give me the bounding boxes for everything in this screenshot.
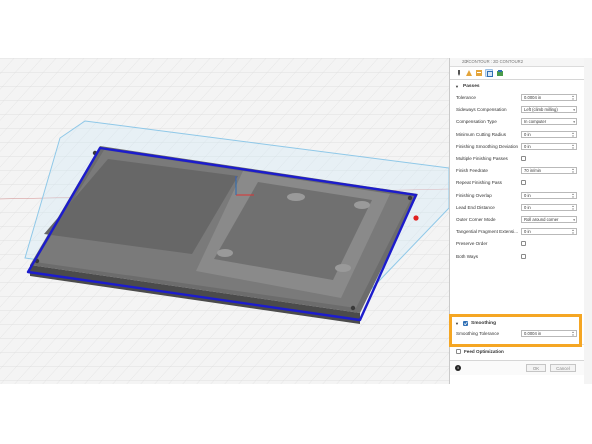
param-dropdown[interactable]: In computer ▾ — [521, 118, 577, 126]
smoothing-section-header[interactable]: ▼ Smoothing — [450, 319, 584, 328]
param-row: Tolerance 0.0004 in ▴ ▾ — [450, 92, 584, 104]
param-value: 0 in — [524, 192, 531, 198]
boss-2 — [354, 201, 370, 209]
param-value: Roll around corner — [524, 217, 559, 222]
spinner-icon[interactable]: ▴ ▾ — [571, 131, 575, 138]
param-row: Finishing Overlap 0 in ▴ ▾ — [450, 190, 584, 202]
param-row: Finish Feedrate 70 in/min ▴ ▾ — [450, 165, 584, 177]
param-input[interactable]: 0 in ▴ ▾ — [521, 203, 577, 211]
param-value: 0 in — [524, 204, 531, 210]
linking-tab-icon[interactable] — [496, 69, 504, 77]
param-label: Outer Corner Mode — [456, 217, 496, 222]
close-icon[interactable]: ✕ — [453, 58, 469, 66]
chevron-down-icon[interactable]: ▾ — [573, 107, 575, 113]
param-row: Repeat Finishing Pass — [450, 177, 584, 189]
smoothing-tolerance-input[interactable]: 0.0004 in ▴ ▾ — [521, 330, 577, 337]
param-label: Both Ways — [456, 253, 479, 259]
param-row: Tangential Fragment Extensi... 0 in ▴ ▾ — [450, 226, 584, 238]
heights-tab-icon[interactable] — [475, 69, 483, 77]
param-row: Preserve Order — [450, 238, 584, 250]
param-input[interactable]: 0 in ▴ ▾ — [521, 228, 577, 236]
spinner-icon[interactable]: ▴ ▾ — [571, 229, 575, 235]
param-value: In computer — [524, 119, 547, 125]
param-row: Multiple Finishing Passes — [450, 153, 584, 165]
dialog-lower: ▼ Smoothing Smoothing Tolerance 0.0004 i… — [449, 312, 584, 384]
dialog-footer: i OK Cancel — [450, 360, 584, 375]
spinner-icon[interactable]: ▴ ▾ — [571, 143, 575, 150]
param-value: 0 in — [524, 143, 531, 149]
boss-3 — [217, 249, 233, 257]
passes-section-header[interactable]: ▼ Passes — [450, 82, 584, 91]
param-row: Compensation Type In computer ▾ — [450, 116, 584, 128]
param-checkbox[interactable] — [521, 241, 526, 247]
param-row: Both Ways — [450, 251, 584, 263]
param-row: Minimum Cutting Radius 0 in ▴ ▾ — [450, 129, 584, 141]
param-checkbox[interactable] — [521, 180, 526, 186]
spinner-icon[interactable]: ▴ ▾ — [571, 331, 575, 337]
start-marker — [413, 215, 419, 221]
param-label: Finishing Smoothing Deviation — [456, 143, 519, 149]
chevron-down-icon[interactable]: ▾ — [573, 119, 575, 125]
dialog-tabs — [450, 67, 584, 80]
passes-tab-icon[interactable] — [485, 69, 493, 77]
param-input[interactable]: 70 in/min ▴ ▾ — [521, 167, 577, 175]
info-icon[interactable]: i — [455, 365, 461, 371]
param-label: Compensation Type — [456, 119, 497, 125]
chevron-down-icon[interactable]: ▾ — [573, 217, 575, 223]
param-dropdown[interactable]: Roll around corner ▾ — [521, 216, 577, 223]
boss-1 — [287, 193, 305, 201]
param-label: Lead End Distance — [456, 204, 495, 210]
param-row: Finishing Smoothing Deviation 0 in ▴ ▾ — [450, 141, 584, 153]
boss-4 — [335, 264, 351, 272]
smoothing-tolerance-row: Smoothing Tolerance 0.0004 in ▴ ▾ — [450, 328, 584, 340]
corner-hole — [350, 305, 356, 311]
spinner-icon[interactable]: ▴ ▾ — [571, 95, 575, 101]
param-value: 70 in/min — [524, 168, 541, 174]
param-checkbox[interactable] — [521, 253, 526, 259]
param-checkbox[interactable] — [521, 156, 526, 161]
param-value: 0 in — [524, 229, 531, 235]
spinner-icon[interactable]: ▴ ▾ — [571, 204, 575, 211]
corner-hole — [407, 195, 413, 201]
feed-optimization-checkbox[interactable] — [456, 349, 461, 354]
collapse-arrow-icon: ▼ — [455, 84, 459, 89]
3d-viewport[interactable] — [0, 58, 449, 384]
param-label: Tangential Fragment Extensi... — [456, 229, 519, 235]
param-label: Finishing Overlap — [456, 192, 492, 198]
param-label: Finish Feedrate — [456, 168, 488, 174]
geometry-tab-icon[interactable] — [465, 69, 473, 77]
param-row: Lead End Distance 0 in ▴ ▾ — [450, 202, 584, 214]
param-label: Tolerance — [456, 95, 476, 100]
param-label: Preserve Order — [456, 241, 488, 247]
param-value: 0 in — [524, 131, 531, 137]
param-value: 0.0004 in — [524, 95, 542, 100]
param-dropdown[interactable]: Left (climb milling) ▾ — [521, 106, 577, 114]
param-input[interactable]: 0.0004 in ▴ ▾ — [521, 94, 577, 101]
canvas-area[interactable]: ✕ 2D CONTOUR : 2D CONTOUR2 ▼ Passes Tole… — [0, 58, 592, 384]
param-label: Multiple Finishing Passes — [456, 156, 508, 161]
param-row: Outer Corner Mode Roll around corner ▾ — [450, 214, 584, 226]
param-input[interactable]: 0 in ▴ ▾ — [521, 130, 577, 138]
dialog-title-bar: ✕ 2D CONTOUR : 2D CONTOUR2 — [450, 58, 584, 67]
param-label: Repeat Finishing Pass — [456, 180, 502, 186]
feed-optimization-group[interactable]: Feed Optimization — [450, 345, 584, 358]
cancel-button[interactable]: Cancel — [550, 364, 576, 372]
spinner-icon[interactable]: ▴ ▾ — [571, 168, 575, 174]
param-row: Sideways Compensation Left (climb milling… — [450, 104, 584, 116]
param-value: Left (climb milling) — [524, 107, 558, 113]
param-input[interactable]: 0 in ▴ ▾ — [521, 191, 577, 199]
ok-button[interactable]: OK — [526, 364, 546, 372]
collapse-arrow-icon: ▼ — [455, 321, 459, 326]
param-input[interactable]: 0 in ▴ ▾ — [521, 142, 577, 150]
param-label: Sideways Compensation — [456, 107, 507, 113]
smoothing-checkbox[interactable] — [463, 321, 468, 326]
param-label: Minimum Cutting Radius — [456, 131, 507, 137]
spinner-icon[interactable]: ▴ ▾ — [571, 192, 575, 199]
tool-tab-icon[interactable] — [455, 69, 463, 77]
